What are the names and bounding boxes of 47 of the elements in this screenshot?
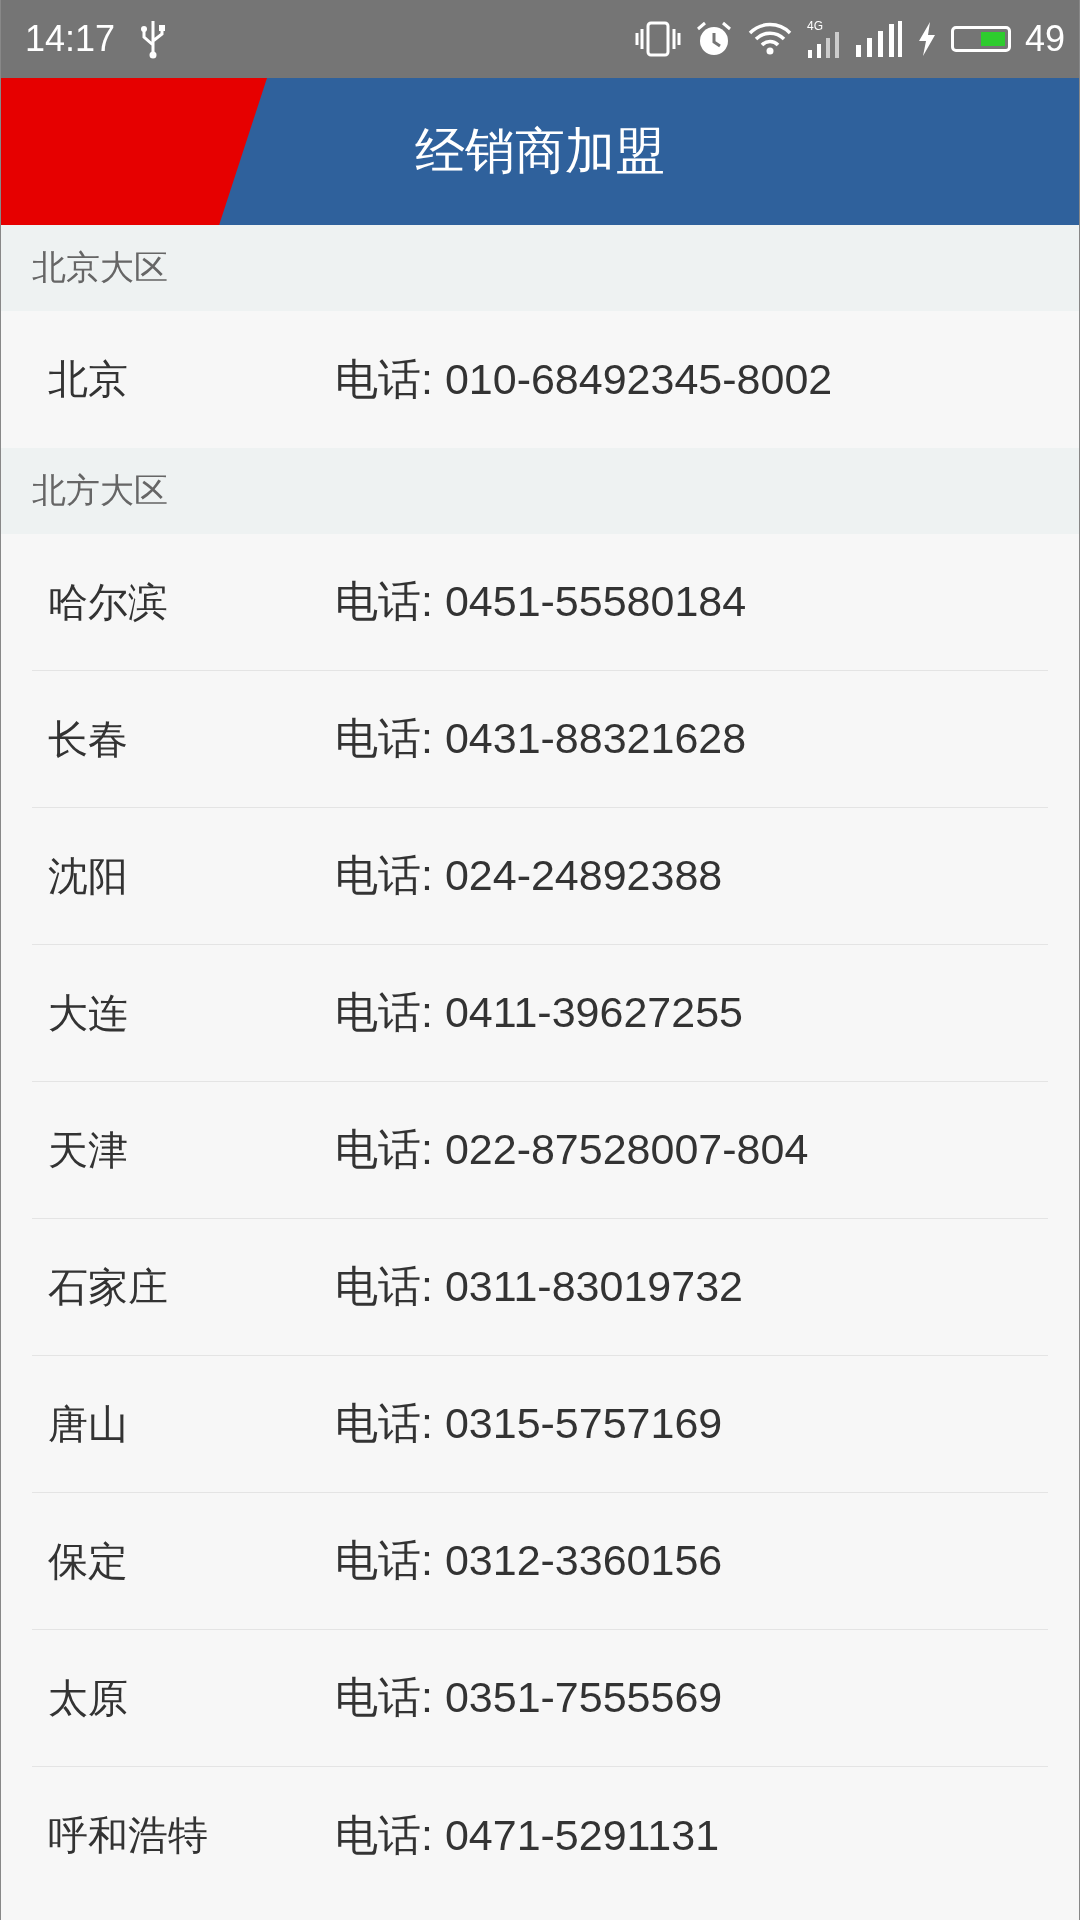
wifi-icon [746,21,793,57]
dealer-row[interactable]: 呼和浩特 电话: 0471-5291131 [32,1767,1048,1904]
city-name: 北京 [47,355,129,404]
phone-number: 电话: 0351-7555569 [335,1672,723,1723]
phone-number: 电话: 0315-5757169 [335,1398,723,1449]
dealer-row[interactable]: 北京 电话: 010-68492345-8002 [32,311,1048,448]
dealer-row[interactable]: 沈阳 电话: 024-24892388 [32,808,1048,945]
dealer-row[interactable]: 石家庄 电话: 0311-83019732 [32,1219,1048,1356]
dealer-row[interactable]: 太原 电话: 0351-7555569 [32,1630,1048,1767]
status-time: 14:17 [25,18,116,60]
city-name: 天津 [47,1125,129,1175]
phone-number: 电话: 0471-5291131 [335,1809,720,1861]
section-title: 北方大区 [32,469,168,512]
dealer-row[interactable]: 长春 电话: 0431-88321628 [32,671,1048,808]
phone-number: 电话: 0411-39627255 [335,987,743,1038]
charging-icon [916,22,937,56]
phone-number: 电话: 0311-83019732 [335,1261,743,1312]
city-name: 保定 [47,1536,129,1586]
city-name: 太原 [47,1673,129,1723]
city-name: 呼和浩特 [47,1811,209,1860]
dealer-row[interactable]: 哈尔滨 电话: 0451-55580184 [32,534,1048,671]
usb-icon [139,19,168,59]
phone-number: 电话: 0312-3360156 [335,1535,723,1586]
city-name: 哈尔滨 [47,577,169,627]
phone-number: 电话: 022-87528007-804 [335,1124,809,1175]
dealer-row[interactable]: 保定 电话: 0312-3360156 [32,1493,1048,1630]
phone-number: 电话: 010-68492345-8002 [335,353,833,405]
section-title: 北京大区 [32,246,168,289]
signal-icon [806,32,841,58]
dealer-row[interactable]: 天津 电话: 022-87528007-804 [32,1082,1048,1219]
battery-percent: 49 [1024,18,1065,60]
city-name: 沈阳 [47,851,129,901]
phone-number: 电话: 024-24892388 [335,850,723,901]
network-type: 4G [806,20,823,32]
signal-icon [854,21,903,57]
vibrate-icon [634,21,681,57]
city-name: 石家庄 [47,1262,169,1312]
phone-number: 电话: 0451-55580184 [335,576,747,627]
page-title: 经销商加盟 [415,121,665,182]
phone-number: 电话: 0431-88321628 [335,713,747,764]
dealer-row[interactable]: 大连 电话: 0411-39627255 [32,945,1048,1082]
dealer-row[interactable]: 唐山 电话: 0315-5757169 [32,1356,1048,1493]
city-name: 唐山 [47,1399,129,1449]
alarm-icon [694,20,733,58]
battery-icon [950,26,1011,52]
city-name: 大连 [47,988,129,1038]
city-name: 长春 [47,714,129,764]
